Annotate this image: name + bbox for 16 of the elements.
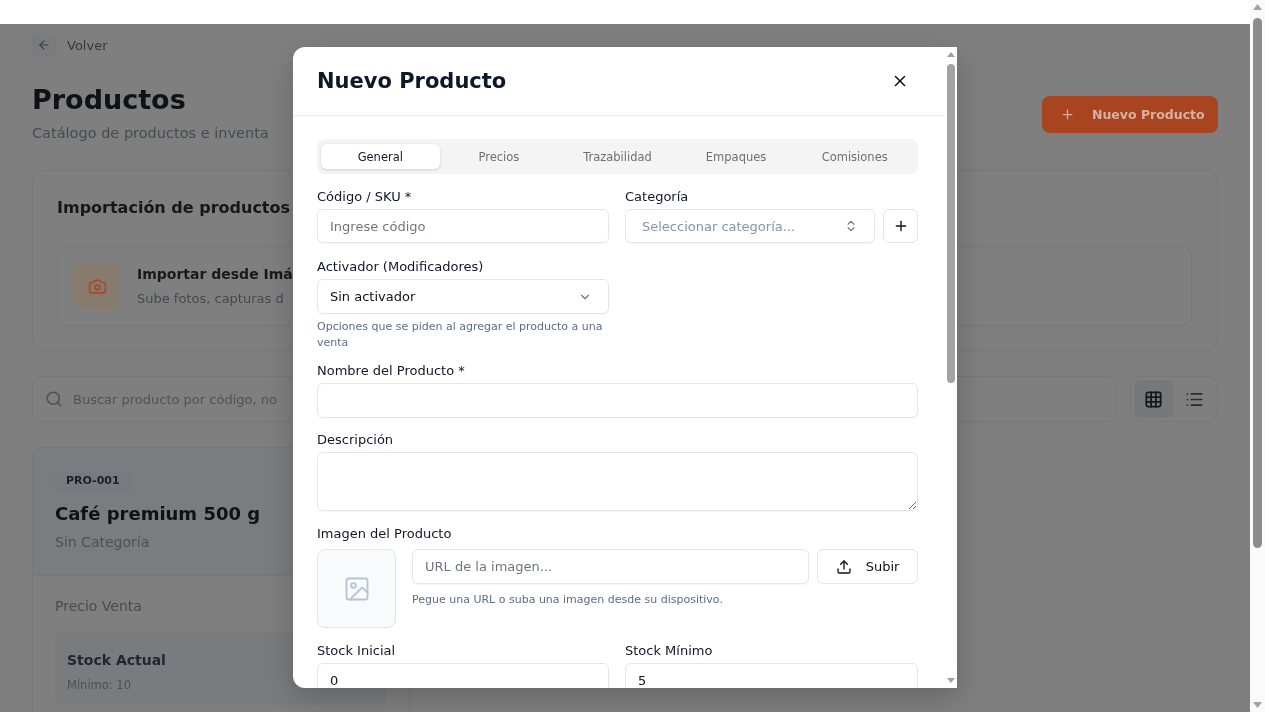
page-title: Productos — [32, 83, 186, 117]
field-label: Imagen del Producto — [317, 525, 452, 543]
field-label: Activador (Modificadores) — [317, 258, 484, 276]
field-label: Stock Mínimo — [625, 642, 713, 660]
stock-title: Stock Actual — [67, 651, 166, 670]
page-subtitle: Catálogo de productos e inventa — [32, 124, 269, 143]
dialog-title: Nuevo Producto — [317, 69, 507, 93]
product-name: Café premium 500 g — [55, 502, 261, 526]
help-text: Opciones que se piden al agregar el producto a una venta — [317, 319, 604, 351]
help-text: Pegue una URL o suba una imagen desde su dispositivo. — [412, 592, 723, 608]
field-label: Código / SKU * — [317, 188, 412, 206]
option-title: Importar desde Imá — [137, 265, 293, 284]
field-label: Categoría — [625, 188, 689, 206]
section-title: Importación de productos — [57, 197, 291, 219]
field-label: Stock Inicial — [317, 642, 396, 660]
field-label: Descripción — [317, 431, 394, 449]
